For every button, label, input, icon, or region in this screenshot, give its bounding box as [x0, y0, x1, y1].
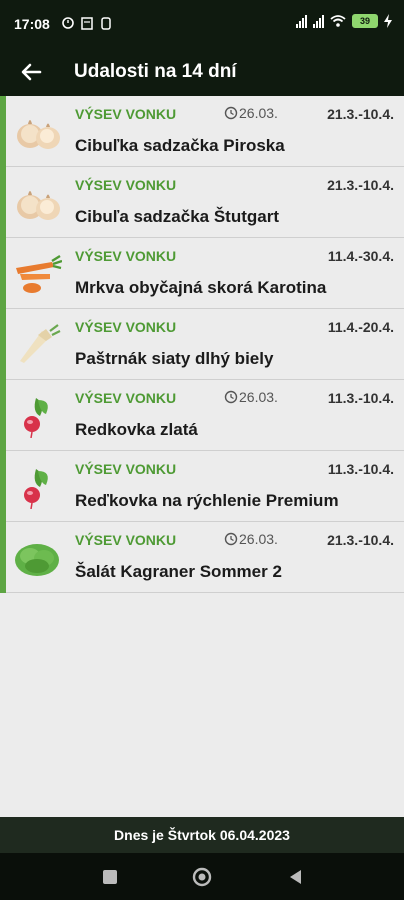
app-bar: Udalosti na 14 dní: [0, 48, 404, 96]
status-notification-icons: [60, 16, 130, 33]
row-accent-bar: [0, 96, 6, 167]
date-range: 11.4.-30.4.: [327, 248, 394, 264]
plant-name: Mrkva obyčajná skorá Karotina: [75, 278, 327, 297]
last-sown: 26.03.: [224, 105, 278, 121]
event-type: VÝSEV VONKU: [75, 106, 177, 122]
date-range: 21.3.-10.4.: [327, 106, 394, 122]
date-range: 11.4.-20.4.: [327, 319, 394, 335]
plant-name: Redkovka zlatá: [75, 420, 198, 439]
back-arrow-icon[interactable]: [18, 58, 46, 86]
plant-name: Reďkovka na rýchlenie Premium: [75, 491, 339, 510]
last-sown-date: 26.03.: [239, 105, 278, 121]
event-list: VÝSEV VONKU 26.03. 21.3.-10.4. Cibuľka sadz…: [0, 96, 404, 593]
plant-name: Paštrnák siaty dlhý biely: [75, 349, 274, 368]
battery-icon: 39: [352, 14, 378, 28]
date-range: 21.3.-10.4.: [327, 177, 394, 193]
event-type: VÝSEV VONKU: [75, 461, 177, 477]
back-nav-icon[interactable]: [286, 867, 306, 887]
event-row[interactable]: VÝSEV VONKU 11.4.-30.4. Mrkva obyčajná sko…: [0, 238, 404, 309]
event-type: VÝSEV VONKU: [75, 390, 177, 406]
event-row[interactable]: VÝSEV VONKU 11.4.-20.4. Paštrnák siaty dlh…: [0, 309, 404, 380]
event-row[interactable]: VÝSEV VONKU 26.03. 11.3.-10.4. Redkovka zla…: [0, 380, 404, 451]
recent-apps-icon[interactable]: [100, 867, 120, 887]
event-type: VÝSEV VONKU: [75, 177, 177, 193]
notification-icons: [62, 17, 111, 30]
last-sown: 26.03.: [224, 389, 278, 405]
status-time: 17:08: [14, 16, 50, 32]
last-sown-date: 26.03.: [239, 389, 278, 405]
date-range: 21.3.-10.4.: [327, 532, 394, 548]
row-accent-bar: [0, 309, 6, 380]
plant-name: Šalát Kagraner Sommer 2: [75, 562, 282, 581]
event-type: VÝSEV VONKU: [75, 532, 177, 548]
row-accent-bar: [0, 451, 6, 522]
plant-name: Cibuľka sadzačka Piroska: [75, 136, 285, 155]
last-sown-date: 26.03.: [239, 531, 278, 547]
row-accent-bar: [0, 380, 6, 451]
history-icon: [224, 390, 238, 404]
row-accent-bar: [0, 522, 6, 593]
history-icon: [224, 532, 238, 546]
home-icon[interactable]: [192, 867, 212, 887]
event-row[interactable]: VÝSEV VONKU 21.3.-10.4. Cibuľa sadzačka Št…: [0, 167, 404, 238]
event-row[interactable]: VÝSEV VONKU 11.3.-10.4. Reďkovka na rýchle…: [0, 451, 404, 522]
date-range: 11.3.-10.4.: [327, 461, 394, 477]
date-range: 11.3.-10.4.: [327, 390, 394, 406]
onion-icon: [17, 191, 60, 220]
wifi-icon: [330, 15, 346, 27]
charging-icon: [384, 14, 392, 28]
row-accent-bar: [0, 167, 6, 238]
radish-icon: [24, 469, 48, 509]
radish-icon: [24, 398, 48, 438]
event-type: VÝSEV VONKU: [75, 319, 177, 335]
plant-name: Cibuľa sadzačka Štutgart: [75, 207, 279, 226]
system-nav-bar: [0, 853, 404, 900]
event-type: VÝSEV VONKU: [75, 248, 177, 264]
history-icon: [224, 106, 238, 120]
row-accent-bar: [0, 238, 6, 309]
last-sown: 26.03.: [224, 531, 278, 547]
page-title: Udalosti na 14 dní: [74, 61, 237, 82]
parsnip-icon: [20, 324, 61, 363]
signal-icon: [296, 14, 307, 28]
lettuce-icon: [15, 544, 59, 576]
today-footer: Dnes je Štvrtok 06.04.2023: [0, 817, 404, 853]
carrot-icon: [16, 254, 62, 293]
status-bar: 17:08 39: [0, 0, 404, 48]
event-row[interactable]: VÝSEV VONKU 26.03. 21.3.-10.4. Šalát Kagran…: [0, 522, 404, 593]
onion-icon: [17, 120, 60, 149]
signal-icon-2: [313, 14, 324, 28]
event-row[interactable]: VÝSEV VONKU 26.03. 21.3.-10.4. Cibuľka sadz…: [0, 96, 404, 167]
